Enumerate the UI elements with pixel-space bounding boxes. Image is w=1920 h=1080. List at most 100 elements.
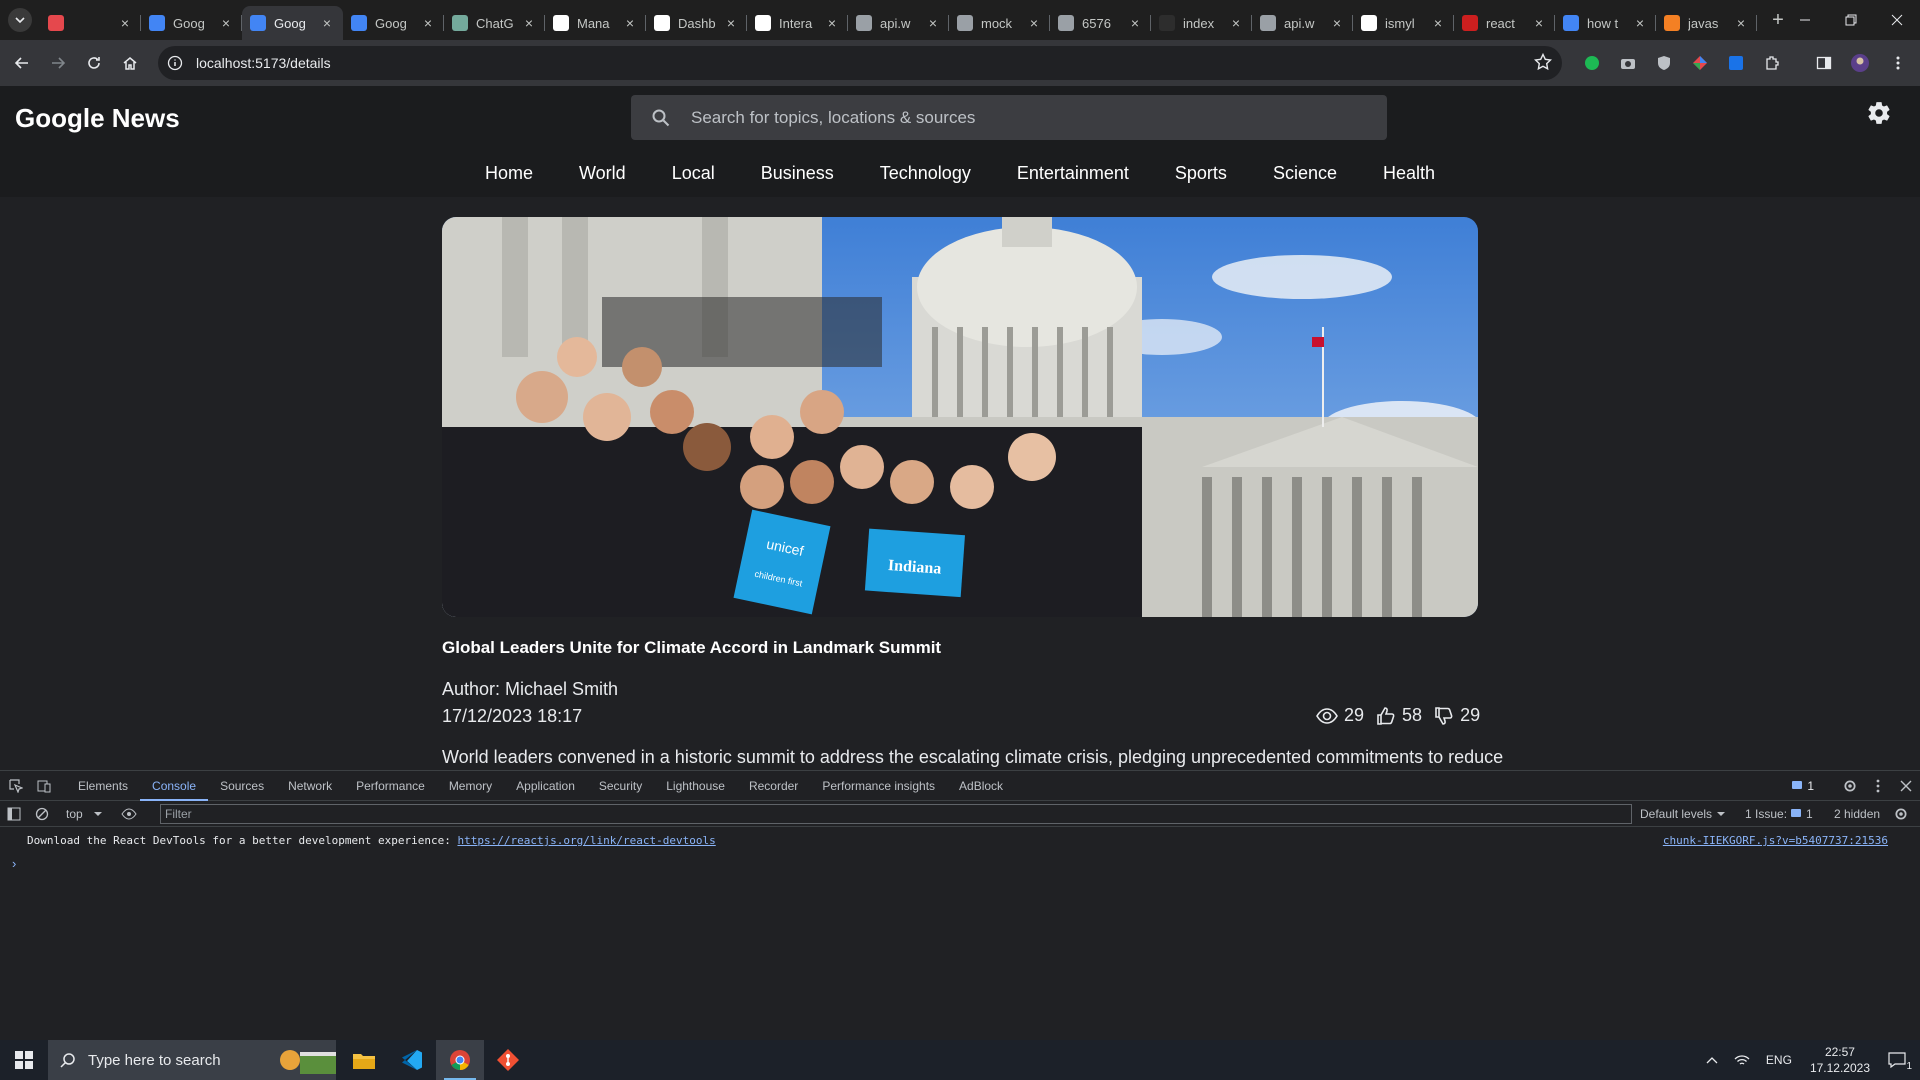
extension-colorpicker-button[interactable] — [1688, 51, 1712, 75]
clear-console-button[interactable] — [28, 799, 56, 829]
devtools-tab-memory[interactable]: Memory — [437, 771, 504, 801]
live-expression-button[interactable] — [115, 799, 143, 829]
tab-search-button[interactable] — [0, 0, 40, 40]
console-sidebar-button[interactable] — [0, 799, 28, 829]
extensions-menu-button[interactable] — [1760, 51, 1784, 75]
site-info-icon[interactable] — [158, 55, 192, 71]
news-search-box[interactable] — [631, 95, 1387, 140]
browser-tab[interactable]: ChatG × — [444, 6, 545, 40]
devtools-tab-performance[interactable]: Performance — [344, 771, 437, 801]
side-panel-button[interactable] — [1812, 51, 1836, 75]
browser-tab[interactable]: index × — [1151, 6, 1252, 40]
news-search-input[interactable] — [691, 107, 1351, 128]
taskbar-chrome[interactable] — [436, 1040, 484, 1080]
browser-tab[interactable]: Dashb × — [646, 6, 747, 40]
nav-link-health[interactable]: Health — [1360, 160, 1458, 186]
restore-button[interactable] — [1828, 0, 1874, 40]
taskbar-vscode[interactable] — [388, 1040, 436, 1080]
browser-tab[interactable]: Goog × — [242, 6, 343, 40]
browser-tab[interactable]: api.w × — [1252, 6, 1353, 40]
devtools-close-button[interactable] — [1892, 780, 1920, 792]
log-levels-select[interactable]: Default levels — [1640, 801, 1726, 827]
tab-close-icon[interactable]: × — [1228, 15, 1244, 31]
devtools-menu-button[interactable] — [1864, 779, 1892, 793]
browser-tab[interactable]: Mana × — [545, 6, 646, 40]
devtools-tab-console[interactable]: Console — [140, 771, 209, 801]
issues-badge[interactable]: 1 — [1792, 779, 1814, 793]
tab-close-icon[interactable]: × — [218, 15, 234, 31]
devtools-tab-elements[interactable]: Elements — [66, 771, 140, 801]
browser-tab[interactable]: react × — [1454, 6, 1555, 40]
browser-tab[interactable]: ismyl × — [1353, 6, 1454, 40]
nav-link-entertainment[interactable]: Entertainment — [994, 160, 1152, 186]
console-filter-input[interactable] — [160, 804, 1632, 824]
tab-close-icon[interactable]: × — [1430, 15, 1446, 31]
devtools-settings-button[interactable] — [1836, 779, 1864, 793]
console-prompt-chevron[interactable]: › — [12, 856, 16, 871]
nav-link-world[interactable]: World — [556, 160, 649, 186]
notification-center-button[interactable]: 1 — [1888, 1052, 1912, 1072]
home-button[interactable] — [112, 45, 148, 81]
nav-link-science[interactable]: Science — [1250, 160, 1360, 186]
tab-close-icon[interactable]: × — [1026, 15, 1042, 31]
browser-tab[interactable]: × — [40, 6, 141, 40]
tray-overflow-button[interactable] — [1706, 1056, 1718, 1064]
tab-close-icon[interactable]: × — [925, 15, 941, 31]
system-clock[interactable]: 22:57 17.12.2023 — [1810, 1044, 1870, 1076]
taskbar-search[interactable]: Type here to search — [48, 1040, 336, 1080]
devtools-tab-security[interactable]: Security — [587, 771, 654, 801]
start-button[interactable] — [0, 1040, 48, 1080]
bookmark-star-button[interactable] — [1534, 53, 1552, 71]
minimize-button[interactable] — [1782, 0, 1828, 40]
nav-link-sports[interactable]: Sports — [1152, 160, 1250, 186]
browser-tab[interactable]: api.w × — [848, 6, 949, 40]
react-devtools-link[interactable]: https://reactjs.org/link/react-devtools — [457, 834, 715, 847]
language-indicator[interactable]: ENG — [1766, 1053, 1792, 1067]
back-button[interactable] — [4, 45, 40, 81]
tab-close-icon[interactable]: × — [117, 15, 133, 31]
taskbar-git[interactable] — [484, 1040, 532, 1080]
profile-avatar-button[interactable] — [1848, 51, 1872, 75]
site-brand[interactable]: Google News — [15, 103, 180, 134]
console-source-link[interactable]: chunk-IIEKGORF.js?v=b5407737:21536 — [1663, 834, 1888, 847]
browser-menu-button[interactable] — [1886, 51, 1910, 75]
issues-counter[interactable]: 1 Issue: 1 — [1745, 801, 1813, 827]
devtools-tab-recorder[interactable]: Recorder — [737, 771, 810, 801]
tab-close-icon[interactable]: × — [824, 15, 840, 31]
context-select[interactable]: top — [66, 807, 103, 821]
tab-close-icon[interactable]: × — [420, 15, 436, 31]
close-window-button[interactable] — [1874, 0, 1920, 40]
tab-close-icon[interactable]: × — [521, 15, 537, 31]
browser-tab[interactable]: Goog × — [141, 6, 242, 40]
browser-tab[interactable]: how t × — [1555, 6, 1656, 40]
address-bar[interactable]: localhost:5173/details — [158, 46, 1562, 80]
forward-button[interactable] — [40, 45, 76, 81]
dislike-button[interactable]: 29 — [1434, 705, 1480, 726]
extension-shield-button[interactable] — [1652, 51, 1676, 75]
tab-close-icon[interactable]: × — [1531, 15, 1547, 31]
devtools-tab-application[interactable]: Application — [504, 771, 587, 801]
tab-close-icon[interactable]: × — [1632, 15, 1648, 31]
extension-green-button[interactable] — [1580, 51, 1604, 75]
nav-link-home[interactable]: Home — [462, 160, 556, 186]
taskbar-file-explorer[interactable] — [340, 1040, 388, 1080]
network-button[interactable] — [1734, 1053, 1750, 1067]
devtools-tab-performance-insights[interactable]: Performance insights — [810, 771, 947, 801]
tab-close-icon[interactable]: × — [1329, 15, 1345, 31]
extension-camera-button[interactable] — [1616, 51, 1640, 75]
devtools-tab-sources[interactable]: Sources — [208, 771, 276, 801]
nav-link-technology[interactable]: Technology — [857, 160, 994, 186]
tab-close-icon[interactable]: × — [723, 15, 739, 31]
tab-close-icon[interactable]: × — [1127, 15, 1143, 31]
nav-link-local[interactable]: Local — [649, 160, 738, 186]
console-settings-button[interactable] — [1894, 801, 1908, 827]
tab-close-icon[interactable]: × — [1733, 15, 1749, 31]
browser-tab[interactable]: Intera × — [747, 6, 848, 40]
browser-tab[interactable]: mock × — [949, 6, 1050, 40]
devtools-tab-network[interactable]: Network — [276, 771, 344, 801]
devtools-tab-lighthouse[interactable]: Lighthouse — [654, 771, 737, 801]
tab-close-icon[interactable]: × — [319, 15, 335, 31]
nav-link-business[interactable]: Business — [738, 160, 857, 186]
reload-button[interactable] — [76, 45, 112, 81]
extension-translate-button[interactable] — [1724, 51, 1748, 75]
